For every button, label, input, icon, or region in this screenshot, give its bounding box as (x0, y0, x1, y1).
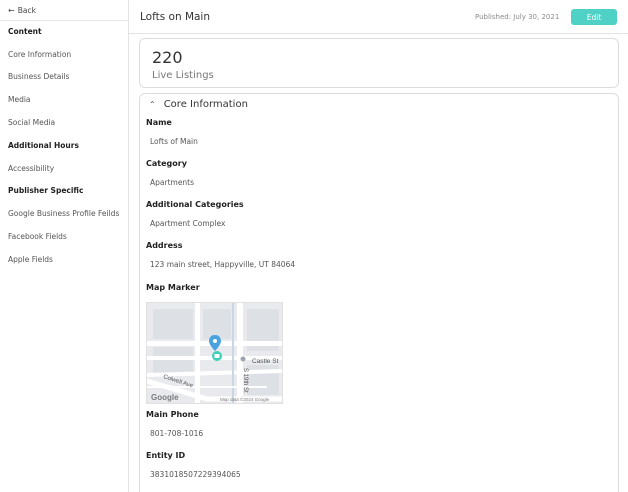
sidebar-item-accessibility[interactable]: Accessibility (8, 164, 54, 173)
core-information-title: Core Information (163, 99, 248, 110)
field-label-name: Name (146, 118, 172, 127)
published-date: Published: July 30, 2021 (475, 13, 560, 21)
live-listings-label: Live Listings (152, 70, 214, 81)
page-header: Lofts on Main Published: July 30, 2021 E… (129, 0, 628, 34)
field-label-address: Address (146, 241, 183, 250)
chevron-up-icon: ⌃ (149, 100, 156, 109)
field-label-category: Category (146, 159, 187, 168)
map-graphic: Castle St S 19th St Colwell Ave Google M… (147, 303, 282, 403)
sidebar-item-business-details[interactable]: Business Details (8, 72, 69, 81)
sidebar: ← Back Content Core Information Business… (0, 0, 129, 492)
sidebar-heading-content: Content (8, 27, 42, 36)
map-preview[interactable]: Castle St S 19th St Colwell Ave Google M… (146, 302, 283, 404)
sidebar-heading-additional-hours[interactable]: Additional Hours (8, 141, 79, 150)
field-label-map-marker: Map Marker (146, 283, 200, 292)
field-label-additional-categories: Additional Categories (146, 200, 244, 209)
back-link[interactable]: ← Back (8, 6, 36, 15)
field-label-main-phone: Main Phone (146, 410, 199, 419)
core-information-toggle[interactable]: ⌃ Core Information (149, 99, 248, 110)
back-label: Back (17, 6, 36, 15)
sidebar-item-facebook-fields[interactable]: Facebook Fields (8, 232, 67, 241)
edit-button[interactable]: Edit (571, 9, 617, 25)
field-value-category: Apartments (150, 178, 195, 187)
map-street-castle: Castle St (252, 358, 279, 365)
sidebar-heading-publisher-specific: Publisher Specific (8, 186, 84, 195)
page-title: Lofts on Main (140, 11, 211, 23)
map-street-19th: S 19th St (242, 368, 248, 393)
field-value-name: Lofts of Main (150, 137, 198, 146)
sidebar-item-social-media[interactable]: Social Media (8, 118, 55, 127)
apartment-marker-icon (212, 351, 222, 361)
field-value-additional-categories: Apartment Complex (150, 219, 226, 228)
field-label-entity-id: Entity ID (146, 451, 186, 460)
sidebar-divider (0, 20, 129, 21)
field-value-main-phone: 801-708-1016 (150, 429, 204, 438)
core-information-panel: ⌃ Core Information Name Lofts of Main Ca… (139, 93, 619, 492)
google-logo: Google (151, 393, 179, 402)
sidebar-item-apple-fields[interactable]: Apple Fields (8, 255, 53, 264)
live-listings-card: 220 Live Listings (139, 38, 619, 88)
sidebar-item-google-business-profile-fields[interactable]: Google Business Profile Feilds (8, 209, 119, 218)
field-value-address: 123 main street, Happyville, UT 84064 (150, 260, 296, 269)
arrow-left-icon: ← (8, 5, 15, 15)
sidebar-item-media[interactable]: Media (8, 95, 31, 104)
live-listings-count: 220 (152, 48, 183, 67)
sidebar-item-core-information[interactable]: Core Information (8, 50, 71, 59)
map-attribution: Map data ©2024 Google (220, 396, 270, 402)
field-value-entity-id: 3831018507229394065 (150, 470, 241, 479)
